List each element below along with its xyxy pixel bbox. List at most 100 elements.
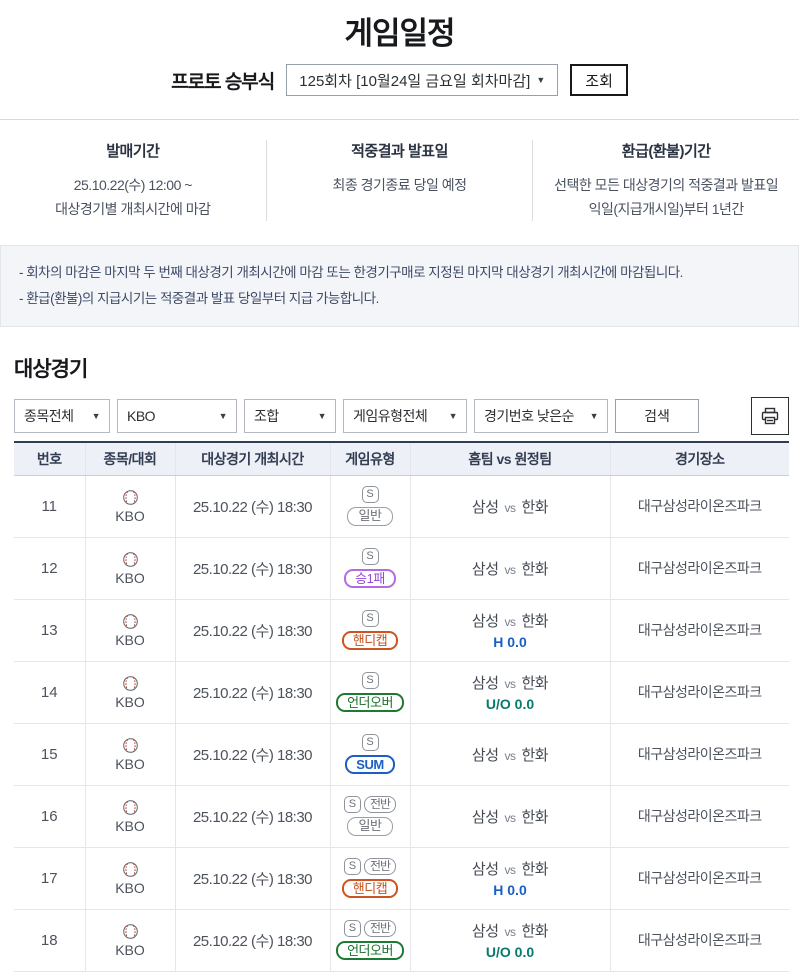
type-badge: 핸디캡 xyxy=(341,879,399,898)
chevron-down-icon: ▼ xyxy=(589,411,599,421)
table-row[interactable]: 14 KBO 25.10.22 (수) 18:30 S 언더오버 삼성 vs 한… xyxy=(14,661,789,724)
round-select[interactable]: 125회차 [10월24일 금요일 회차마감] ▼ xyxy=(286,64,559,96)
note-line: - 환급(환불)의 지급시기는 적중결과 발표 당일부터 지급 가능합니다. xyxy=(19,291,379,306)
away-team: 한화 xyxy=(521,808,549,826)
game-type-cell: S 전반 언더오버 xyxy=(331,920,410,960)
game-type-cell: S 언더오버 xyxy=(331,672,410,712)
baseball-icon xyxy=(122,737,139,754)
venue: 대구삼성라이온즈파크 xyxy=(637,560,762,576)
handicap-line: U/O 0.0 xyxy=(485,696,535,712)
game-type-cell: S 일반 xyxy=(331,486,410,526)
filter-select-game-type[interactable]: 게임유형전체 ▼ xyxy=(343,399,467,433)
filter-row: 종목전체 ▼ KBO ▼ 조합 ▼ 게임유형전체 ▼ 경기번호 낮은순 ▼ 검색 xyxy=(14,397,789,435)
vs-label: vs xyxy=(504,677,517,691)
sale-info-strip: 발매기간 25.10.22(수) 12:00 ~ 대상경기별 개최시간에 마감 … xyxy=(0,119,799,245)
page-title: 게임일정 xyxy=(344,16,455,51)
league-cell: KBO xyxy=(86,613,175,648)
vs-label: vs xyxy=(504,500,517,515)
league-label: KBO xyxy=(115,879,145,896)
chevron-down-icon: ▼ xyxy=(91,411,101,421)
baseball-icon xyxy=(122,675,139,692)
start-time: 25.10.22 (수) 18:30 xyxy=(192,870,313,888)
league-label: KBO xyxy=(115,755,145,772)
game-number: 18 xyxy=(40,931,58,949)
home-team: 삼성 xyxy=(471,746,499,764)
venue: 대구삼성라이온즈파크 xyxy=(637,622,762,638)
half-badge: 전반 xyxy=(363,796,397,813)
teams-cell: 삼성 vs 한화 xyxy=(411,558,610,579)
venue: 대구삼성라이온즈파크 xyxy=(637,684,762,700)
filter-select-combo[interactable]: 조합 ▼ xyxy=(244,399,336,433)
table-row[interactable]: 11 KBO 25.10.22 (수) 18:30 S 일반 삼성 vs 한화 … xyxy=(14,475,789,538)
teams-cell: 삼성 vs 한화 xyxy=(411,744,610,765)
venue: 대구삼성라이온즈파크 xyxy=(637,870,762,886)
start-time: 25.10.22 (수) 18:30 xyxy=(192,498,313,516)
away-team: 한화 xyxy=(521,861,549,878)
vs-label: vs xyxy=(504,925,517,939)
start-time: 25.10.22 (수) 18:30 xyxy=(192,684,313,702)
league-label: KBO xyxy=(115,941,145,958)
handicap-line: H 0.0 xyxy=(493,882,527,898)
start-time: 25.10.22 (수) 18:30 xyxy=(192,560,313,578)
section-title-target-games: 대상경기 xyxy=(14,358,88,381)
filter-select-sort[interactable]: 경기번호 낮은순 ▼ xyxy=(474,399,608,433)
filter-value: 경기번호 낮은순 xyxy=(484,408,575,424)
info-title: 발매기간 xyxy=(106,143,160,160)
half-badge: 전반 xyxy=(363,858,397,875)
table-row[interactable]: 16 KBO 25.10.22 (수) 18:30 S 전반 일반 삼성 vs … xyxy=(14,785,789,848)
vs-label: vs xyxy=(504,810,517,825)
table-row[interactable]: 18 KBO 25.10.22 (수) 18:30 S 전반 언더오버 삼성 v… xyxy=(14,909,789,972)
info-line: 익일(지급개시일)부터 1년간 xyxy=(588,201,745,217)
vs-label: vs xyxy=(504,562,517,577)
info-line: 대상경기별 개최시간에 마감 xyxy=(55,201,211,217)
game-number: 14 xyxy=(40,683,58,701)
table-row[interactable]: 17 KBO 25.10.22 (수) 18:30 S 전반 핸디캡 삼성 vs… xyxy=(14,847,789,910)
filter-select-sport[interactable]: 종목전체 ▼ xyxy=(14,399,110,433)
chevron-down-icon: ▼ xyxy=(448,411,458,421)
venue: 대구삼성라이온즈파크 xyxy=(637,746,762,762)
teams-cell: 삼성 vs 한화 H 0.0 xyxy=(411,610,610,650)
chevron-down-icon: ▼ xyxy=(317,411,327,421)
home-team: 삼성 xyxy=(471,560,499,578)
home-team: 삼성 xyxy=(471,808,499,826)
type-badge: 언더오버 xyxy=(336,941,404,960)
filter-value: 조합 xyxy=(254,408,279,424)
game-number: 15 xyxy=(40,745,58,763)
type-badge: 승1패 xyxy=(344,569,396,588)
type-badge: 언더오버 xyxy=(336,693,404,712)
venue: 대구삼성라이온즈파크 xyxy=(637,498,762,514)
type-badge: SUM xyxy=(345,755,395,774)
single-badge: S xyxy=(361,610,379,627)
table-row[interactable]: 12 KBO 25.10.22 (수) 18:30 S 승1패 삼성 vs 한화… xyxy=(14,537,789,600)
league-cell: KBO xyxy=(86,861,175,896)
teams-cell: 삼성 vs 한화 U/O 0.0 xyxy=(411,672,610,712)
handicap-line: H 0.0 xyxy=(493,634,527,650)
filter-select-league[interactable]: KBO ▼ xyxy=(117,399,237,433)
baseball-icon xyxy=(122,551,139,568)
notes-box: - 회차의 마감은 마지막 두 번째 대상경기 개최시간에 마감 또는 한경기구… xyxy=(0,245,799,327)
league-label: KBO xyxy=(115,817,145,834)
teams-cell: 삼성 vs 한화 xyxy=(411,806,610,827)
single-badge: S xyxy=(343,796,361,813)
teams-cell: 삼성 vs 한화 H 0.0 xyxy=(411,858,610,898)
table-row[interactable]: 15 KBO 25.10.22 (수) 18:30 S SUM 삼성 vs 한화… xyxy=(14,723,789,786)
away-team: 한화 xyxy=(521,923,549,940)
away-team: 한화 xyxy=(521,498,549,516)
single-badge: S xyxy=(361,548,379,565)
single-badge: S xyxy=(361,672,379,689)
print-button[interactable] xyxy=(751,397,789,435)
home-team: 삼성 xyxy=(471,923,499,940)
printer-icon xyxy=(760,406,780,426)
table-row[interactable]: 13 KBO 25.10.22 (수) 18:30 S 핸디캡 삼성 vs 한화… xyxy=(14,599,789,662)
single-badge: S xyxy=(343,920,361,937)
game-number: 17 xyxy=(40,869,58,887)
info-line: 선택한 모든 대상경기의 적중결과 발표일 xyxy=(554,177,779,193)
game-number: 13 xyxy=(40,621,58,639)
inquiry-button[interactable]: 조회 xyxy=(570,64,628,96)
filter-value: 종목전체 xyxy=(24,408,74,424)
col-header-game-type: 게임유형 xyxy=(329,442,410,476)
chevron-down-icon: ▼ xyxy=(536,75,546,85)
game-type-cell: S 승1패 xyxy=(331,548,410,588)
info-line: 최종 경기종료 당일 예정 xyxy=(332,177,467,193)
search-button[interactable]: 검색 xyxy=(615,399,699,433)
